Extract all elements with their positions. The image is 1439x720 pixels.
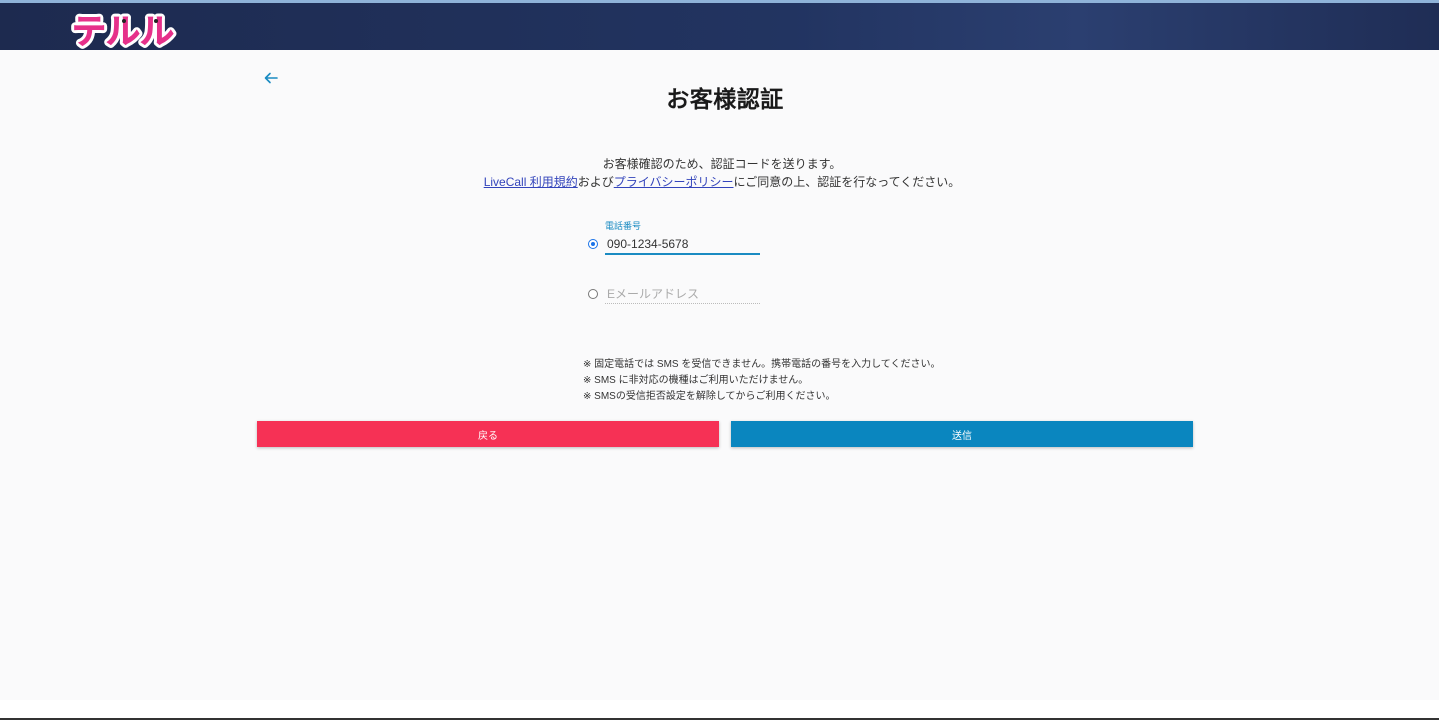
- phone-radio[interactable]: [588, 239, 598, 249]
- intro-line-1: お客様確認のため、認証コードを送ります。: [602, 157, 842, 171]
- window-bottom-edge: [0, 700, 1439, 720]
- phone-field-label: 電話番号: [605, 221, 642, 231]
- send-button[interactable]: 送信: [731, 421, 1193, 447]
- phone-number-input[interactable]: [605, 235, 760, 255]
- teruru-logo[interactable]: テルル テルル: [70, 9, 180, 49]
- app-window: テルル テルル お客様認証 お客様確認のため、認証コードを送ります。 LiveC…: [0, 0, 1439, 720]
- site-header: テルル テルル: [0, 3, 1439, 50]
- note-line: ※ SMS に非対応の機種はご利用いただけません。: [583, 375, 809, 386]
- privacy-policy-link[interactable]: プライバシーポリシー: [614, 175, 734, 189]
- sms-notes: ※ 固定電話では SMS を受信できません。携帯電話の番号を入力してください。 …: [583, 357, 940, 405]
- page-title: お客様認証: [666, 86, 784, 112]
- back-button[interactable]: 戻る: [257, 421, 719, 447]
- intro-text: お客様確認のため、認証コードを送ります。 LiveCall 利用規約およびプライ…: [0, 155, 1439, 191]
- svg-text:テルル: テルル: [72, 12, 174, 49]
- email-input[interactable]: [605, 284, 760, 304]
- intro-suffix: にご同意の上、認証を行なってください。: [733, 175, 961, 189]
- note-line: ※ 固定電話では SMS を受信できません。携帯電話の番号を入力してください。: [583, 359, 941, 370]
- and-text: および: [577, 175, 614, 189]
- email-radio[interactable]: [588, 289, 598, 299]
- intro-line-2: LiveCall 利用規約およびプライバシーポリシーにご同意の上、認証を行なって…: [0, 173, 1439, 191]
- note-line: ※ SMSの受信拒否設定を解除してからご利用ください。: [583, 391, 836, 402]
- terms-link[interactable]: LiveCall 利用規約: [484, 175, 578, 189]
